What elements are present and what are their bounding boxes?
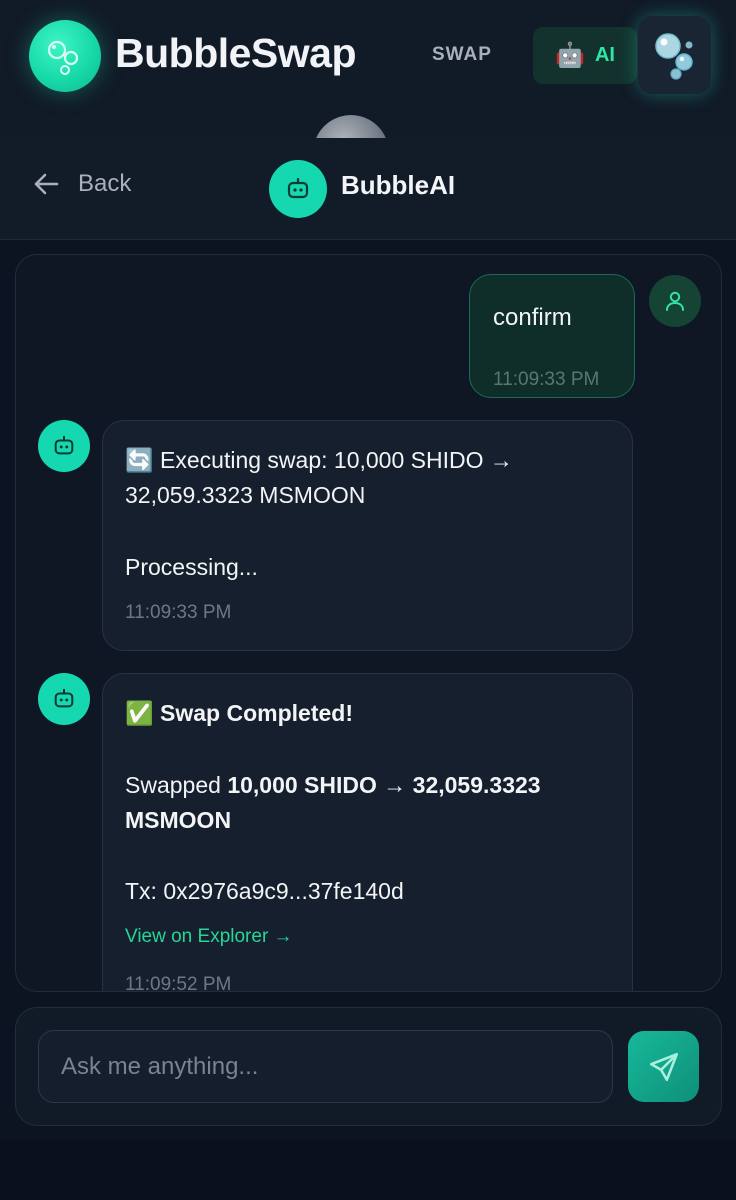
explorer-link[interactable]: View on Explorer → (125, 926, 293, 948)
send-button[interactable] (628, 1031, 699, 1102)
bot-message: 🔄 Executing swap: 10,000 SHIDO → 32,059.… (102, 420, 633, 651)
message-timestamp: 11:09:52 PM (125, 974, 232, 992)
message-line: Swapped 10,000 SHIDO → 32,059.3323 (125, 772, 541, 798)
message-line: Processing... (125, 554, 258, 580)
chat-title: BubbleAI (341, 170, 456, 200)
message-timestamp: 11:09:33 PM (493, 369, 600, 390)
chat-messages-panel[interactable]: confirm 11:09:33 PM 🔄 Executing swap: 10… (15, 254, 722, 992)
nav-ai-label: AI (594, 44, 615, 66)
chat-input[interactable] (38, 1030, 613, 1103)
arrow-left-icon (34, 173, 59, 195)
user-icon (666, 291, 684, 311)
message-text: confirm (493, 304, 572, 331)
send-icon (649, 1052, 678, 1081)
tx-hash: Tx: 0x2976a9c9...37fe140d (125, 878, 404, 904)
message-line: MSMOON (125, 807, 232, 833)
logo-bubbles-icon[interactable] (29, 20, 101, 92)
back-label: Back (78, 170, 132, 197)
robot-icon: 🤖 (555, 42, 585, 69)
back-button[interactable]: Back (32, 170, 131, 198)
app-title: BubbleSwap (115, 30, 357, 76)
nav-swap-link[interactable]: SWAP (432, 44, 492, 66)
bubbles-icon (655, 33, 693, 80)
nav-ai-button[interactable]: 🤖 AI (533, 27, 637, 84)
robot-icon (54, 435, 74, 455)
user-message: confirm 11:09:33 PM (469, 274, 635, 398)
wallet-button[interactable] (638, 16, 711, 94)
message-timestamp: 11:09:33 PM (125, 602, 232, 623)
message-heading: ✅ Swap Completed! (125, 700, 353, 726)
robot-icon (287, 177, 309, 199)
bot-avatar (38, 420, 90, 472)
page-footer-area (0, 1140, 736, 1200)
bot-avatar (38, 673, 90, 725)
user-avatar (649, 275, 701, 327)
message-line: 32,059.3323 MSMOON (125, 482, 366, 508)
bot-message: ✅ Swap Completed! Swapped 10,000 SHIDO →… (102, 673, 633, 992)
robot-icon (54, 688, 74, 708)
message-line: 🔄 Executing swap: 10,000 SHIDO → (125, 447, 513, 473)
bot-avatar (269, 160, 327, 218)
check-icon: ✅ (125, 700, 154, 726)
